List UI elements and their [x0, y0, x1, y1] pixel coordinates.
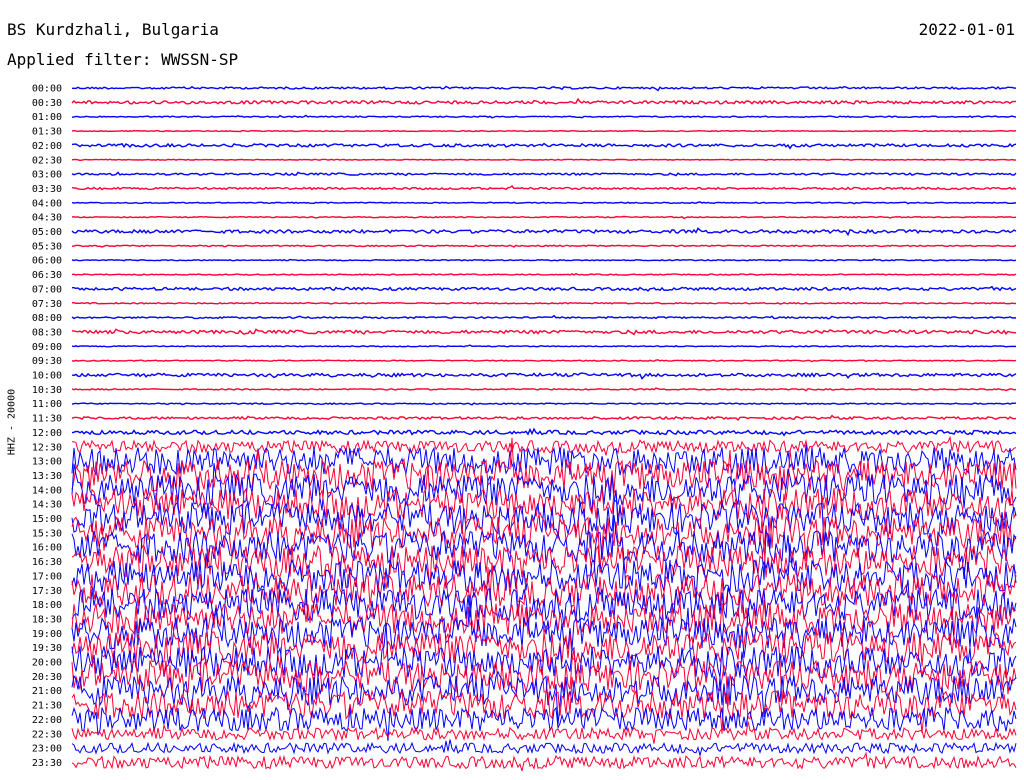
row-time-label: 16:30 [32, 557, 62, 568]
trace-line [71, 721, 1017, 744]
trace-line [71, 372, 1017, 380]
row-time-label: 05:30 [32, 241, 62, 252]
row-time-label: 09:30 [32, 356, 62, 367]
trace-line [71, 314, 1017, 320]
row-time-label: 04:00 [32, 198, 62, 209]
row-time-label: 03:00 [32, 170, 62, 181]
row-time-label: 10:00 [32, 371, 62, 382]
row-time-label: 00:30 [32, 98, 62, 109]
row-time-label: 15:00 [32, 514, 62, 525]
row-time-label: 09:00 [32, 342, 62, 353]
trace-line [71, 359, 1017, 363]
row-time-label: 03:30 [32, 184, 62, 195]
trace-line [71, 158, 1017, 162]
row-time-label: 14:30 [32, 500, 62, 511]
trace-line [71, 258, 1017, 262]
row-time-label: 17:00 [32, 571, 62, 582]
trace-line [71, 215, 1017, 220]
trace-line [72, 285, 1017, 292]
row-time-label: 12:00 [32, 428, 62, 439]
row-time-label: 06:30 [32, 270, 62, 281]
row-time-label: 12:30 [32, 442, 62, 453]
row-time-label: 02:30 [32, 155, 62, 166]
row-time-label: 18:30 [32, 614, 62, 625]
row-time-label: 19:00 [32, 629, 62, 640]
row-time-label: 14:00 [32, 485, 62, 496]
row-time-label: 16:00 [32, 543, 62, 554]
row-time-label: 07:00 [32, 284, 62, 295]
trace-line [71, 171, 1017, 177]
row-time-label: 21:00 [32, 686, 62, 697]
trace-line [71, 751, 1017, 772]
row-time-label: 04:30 [32, 213, 62, 224]
row-time-label: 01:00 [32, 112, 62, 123]
row-time-label: 20:30 [32, 672, 62, 683]
trace-line [71, 185, 1017, 191]
trace-line [71, 739, 1017, 758]
trace-line [71, 344, 1017, 348]
row-time-label: 17:30 [32, 586, 62, 597]
trace-line [71, 201, 1017, 205]
row-time-label: 23:00 [32, 744, 62, 755]
row-time-label: 11:30 [32, 414, 62, 425]
row-time-label: 21:30 [32, 701, 62, 712]
row-time-label: 13:00 [32, 457, 62, 468]
row-time-label: 13:30 [32, 471, 62, 482]
trace-group [71, 85, 1017, 772]
trace-line [71, 129, 1017, 133]
trace-line [71, 244, 1017, 248]
row-time-label: 08:00 [32, 313, 62, 324]
trace-line [71, 272, 1017, 277]
trace-line [71, 142, 1017, 150]
trace-line [71, 387, 1017, 392]
trace-line [71, 402, 1017, 406]
trace-line [71, 414, 1017, 422]
row-time-label: 07:30 [32, 299, 62, 310]
trace-line [71, 301, 1017, 305]
row-time-label: 00:00 [32, 84, 62, 95]
row-time-label: 22:00 [32, 715, 62, 726]
row-time-label: 20:00 [32, 658, 62, 669]
row-time-label: 18:00 [32, 600, 62, 611]
row-time-label: 19:30 [32, 643, 62, 654]
row-time-label: 08:30 [32, 327, 62, 338]
trace-line [71, 427, 1017, 437]
row-time-label: 06:00 [32, 256, 62, 267]
trace-line [71, 670, 1017, 725]
row-time-label: 22:30 [32, 729, 62, 740]
row-time-label: 05:00 [32, 227, 62, 238]
tick-label-group: 00:00 00:30 01:00 01:30 02:00 02:30 03:00 03:30… [32, 84, 62, 769]
trace-line [71, 227, 1017, 237]
row-time-label: 15:30 [32, 528, 62, 539]
row-time-label: 11:00 [32, 399, 62, 410]
trace-line [72, 328, 1017, 336]
row-time-label: 23:30 [32, 758, 62, 769]
seismogram-plot: 00:00 00:30 01:00 01:30 02:00 02:30 03:00 03:30… [32, 84, 1017, 772]
trace-line [72, 85, 1017, 92]
trace-line [71, 114, 1017, 119]
row-time-label: 10:30 [32, 385, 62, 396]
row-time-label: 02:00 [32, 141, 62, 152]
row-time-label: 01:30 [32, 127, 62, 138]
trace-line [71, 97, 1017, 105]
